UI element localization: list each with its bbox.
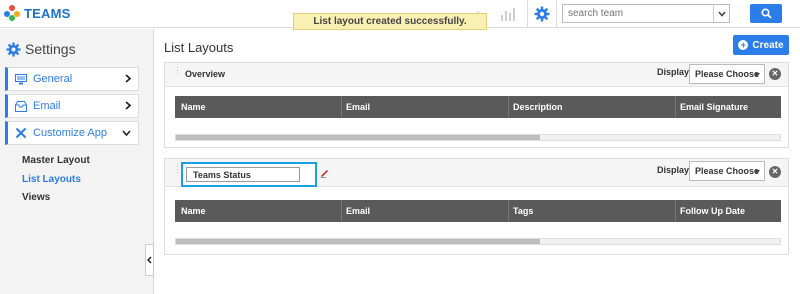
monitor-icon	[15, 73, 27, 84]
app-logo[interactable]: TEAMS	[4, 5, 71, 21]
settings-heading: Settings	[6, 41, 76, 57]
display-label: Display	[657, 165, 690, 175]
search-box	[562, 4, 730, 23]
caret-down-icon	[754, 73, 760, 77]
display-select-value: Please Choose	[695, 69, 760, 79]
layout-name: Overview	[185, 69, 226, 79]
sidebar-subitem-views[interactable]: Views	[22, 192, 50, 203]
app-title: TEAMS	[24, 5, 71, 21]
horizontal-scrollbar[interactable]	[175, 134, 781, 141]
create-button[interactable]: + Create	[733, 35, 789, 55]
settings-gear-button[interactable]	[527, 0, 557, 28]
chevron-down-icon	[717, 10, 726, 17]
search-button[interactable]	[750, 4, 782, 23]
chevron-left-icon	[147, 256, 152, 264]
display-select-value: Please Choose	[695, 166, 760, 176]
sidebar-item-customize-app[interactable]: Customize App	[5, 121, 139, 145]
sidebar-subitem-master-layout[interactable]: Master Layout	[22, 155, 90, 166]
column-header[interactable]: Tags	[513, 206, 533, 216]
column-header[interactable]: Email	[346, 102, 370, 112]
column-header[interactable]: Email Signature	[680, 102, 748, 112]
success-toast: List layout created successfully.	[293, 13, 487, 30]
search-input[interactable]	[563, 5, 709, 22]
tools-icon	[15, 127, 27, 139]
remove-layout-button[interactable]: ✕	[769, 166, 781, 178]
column-header[interactable]: Name	[181, 102, 206, 112]
scrollbar-thumb[interactable]	[176, 135, 540, 140]
sidebar-collapse-toggle[interactable]	[145, 244, 154, 276]
remove-layout-button[interactable]: ✕	[769, 68, 781, 80]
search-icon	[760, 8, 772, 19]
sidebar-item-email[interactable]: Email	[5, 94, 139, 118]
pencil-icon[interactable]	[320, 169, 329, 178]
sidebar-item-label: Customize App	[33, 127, 107, 139]
inbox-icon	[15, 100, 27, 112]
reports-icon[interactable]	[500, 7, 516, 21]
layout-panel-teams-status: ⋮ Display Please Choose ✕ Name Email Tag…	[164, 158, 789, 255]
layout-name-input[interactable]	[186, 167, 300, 182]
horizontal-scrollbar[interactable]	[175, 238, 781, 245]
grid-header-row: Name Email Tags Follow Up Date	[175, 200, 781, 222]
display-select[interactable]: Please Choose	[689, 64, 765, 84]
chevron-right-icon	[125, 101, 131, 110]
column-header[interactable]: Description	[513, 102, 563, 112]
column-header[interactable]: Follow Up Date	[680, 206, 745, 216]
display-label: Display	[657, 67, 690, 77]
gear-icon	[534, 6, 550, 22]
teams-logo-icon	[4, 5, 20, 21]
column-header[interactable]: Name	[181, 206, 206, 216]
gear-icon	[6, 41, 21, 57]
scrollbar-thumb[interactable]	[176, 239, 540, 244]
plus-icon: +	[738, 40, 749, 50]
layout-name-editor	[181, 162, 329, 187]
page-title: List Layouts	[164, 40, 234, 55]
drag-handle-icon[interactable]: ⋮	[173, 66, 183, 75]
sidebar-subitem-list-layouts[interactable]: List Layouts	[22, 174, 81, 185]
create-button-label: Create	[752, 39, 784, 51]
sidebar-item-label: General	[33, 73, 73, 85]
column-header[interactable]: Email	[346, 206, 370, 216]
caret-down-icon	[754, 170, 760, 174]
sidebar-item-label: Email	[33, 100, 61, 112]
layout-panel-overview: ⋮ Overview Display Please Choose ✕ Name …	[164, 62, 789, 148]
chevron-right-icon	[125, 74, 131, 83]
chevron-down-icon	[122, 130, 131, 137]
display-select[interactable]: Please Choose	[689, 161, 765, 181]
search-dropdown-toggle[interactable]	[713, 5, 729, 22]
settings-sidebar: Settings General Email Customize App Mas…	[0, 29, 154, 294]
grid-header-row: Name Email Description Email Signature	[175, 96, 781, 118]
layout-panel-header: ⋮ Overview Display Please Choose ✕	[165, 63, 788, 87]
settings-title: Settings	[25, 41, 76, 57]
layout-panel-header: ⋮ Display Please Choose ✕	[165, 159, 788, 187]
sidebar-item-general[interactable]: General	[5, 67, 139, 91]
